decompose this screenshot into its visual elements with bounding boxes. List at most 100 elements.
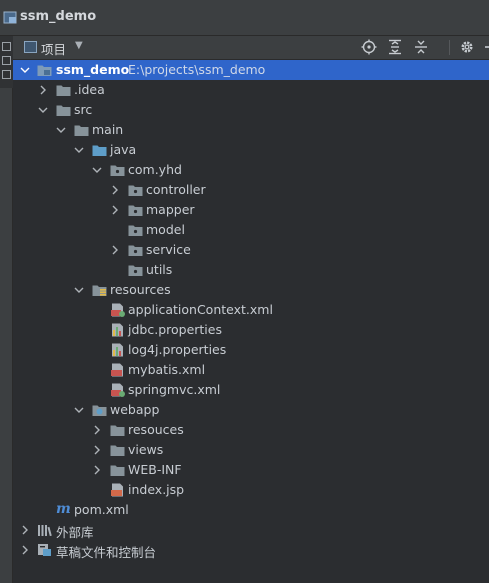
tree-row-webinf[interactable]: WEB-INF (13, 460, 489, 480)
project-folder-icon (3, 11, 17, 24)
package-icon (128, 265, 143, 276)
tree-label: main (92, 122, 124, 137)
properties-file-icon (112, 343, 123, 357)
tree-row-index[interactable]: index.jsp (13, 480, 489, 500)
tree-label: log4j.properties (128, 342, 227, 357)
project-tab-icon (2, 42, 11, 51)
tree-row-webapp[interactable]: webapp (13, 400, 489, 420)
chevron-right-icon[interactable] (20, 544, 30, 556)
chevron-down-icon[interactable] (38, 104, 48, 116)
spring-xml-file-icon (111, 383, 125, 397)
chevron-right-icon[interactable] (38, 84, 48, 96)
module-folder-icon (37, 65, 52, 76)
tree-label: mapper (146, 202, 195, 217)
tree-label: com.yhd (128, 162, 182, 177)
settings-icon[interactable] (459, 39, 475, 55)
tree-row-controller[interactable]: controller (13, 180, 489, 200)
collapse-all-icon[interactable] (413, 39, 429, 55)
project-tree: ssm_demo E:\projects\ssm_demo .idea src … (13, 60, 489, 583)
tree-row-mybatis[interactable]: mybatis.xml (13, 360, 489, 380)
chevron-down-icon[interactable] (20, 64, 30, 76)
tree-row-log4j[interactable]: log4j.properties (13, 340, 489, 360)
maven-icon: m (56, 501, 71, 517)
tree-label: src (74, 102, 93, 117)
tree-row-idea[interactable]: .idea (13, 80, 489, 100)
chevron-right-icon[interactable] (110, 184, 120, 196)
chevron-down-icon[interactable] (74, 404, 84, 416)
package-icon (128, 185, 143, 196)
folder-icon (110, 445, 125, 456)
package-icon (128, 245, 143, 256)
tree-row-model[interactable]: model (13, 220, 489, 240)
project-tab-icon-3 (2, 70, 11, 79)
tree-row-service[interactable]: service (13, 240, 489, 260)
tree-row-resouces[interactable]: resouces (13, 420, 489, 440)
tree-row-mapper[interactable]: mapper (13, 200, 489, 220)
tree-label: jdbc.properties (128, 322, 222, 337)
left-tool-strip (0, 36, 13, 583)
project-tool-tab[interactable] (0, 36, 13, 88)
chevron-right-icon[interactable] (110, 204, 120, 216)
tree-label: controller (146, 182, 206, 197)
tree-row-java[interactable]: java (13, 140, 489, 160)
tree-row-springmvc[interactable]: springmvc.xml (13, 380, 489, 400)
folder-icon (110, 425, 125, 436)
header-separator (449, 40, 450, 55)
view-selector-dropdown-icon[interactable]: ▼ (75, 40, 83, 51)
tree-row-scratches[interactable]: 草稿文件和控制台 (13, 540, 489, 560)
chevron-down-icon[interactable] (92, 164, 102, 176)
chevron-right-icon[interactable] (110, 244, 120, 256)
project-panel-header: 项目 ▼ (13, 36, 489, 60)
package-icon (128, 225, 143, 236)
tree-label: service (146, 242, 191, 257)
chevron-right-icon[interactable] (92, 444, 102, 456)
tree-label: webapp (110, 402, 160, 417)
hide-icon[interactable] (482, 39, 489, 55)
tree-root-path: E:\projects\ssm_demo (128, 62, 266, 77)
chevron-down-icon[interactable] (56, 124, 66, 136)
chevron-right-icon[interactable] (92, 424, 102, 436)
jsp-file-icon (111, 483, 123, 497)
folder-icon (56, 85, 71, 96)
project-tab-icon-2 (2, 56, 11, 65)
chevron-down-icon[interactable] (74, 284, 84, 296)
chevron-right-icon[interactable] (92, 464, 102, 476)
folder-icon (56, 105, 71, 116)
web-folder-icon (92, 405, 107, 416)
tree-row-jdbc[interactable]: jdbc.properties (13, 320, 489, 340)
tree-row-package[interactable]: com.yhd (13, 160, 489, 180)
tree-label: java (110, 142, 137, 157)
tree-row-utils[interactable]: utils (13, 260, 489, 280)
tree-row-main[interactable]: main (13, 120, 489, 140)
tree-label: resources (110, 282, 171, 297)
tree-row-external-libraries[interactable]: 外部库 (13, 520, 489, 540)
scratches-icon (38, 544, 51, 556)
resource-folder-icon (92, 285, 107, 296)
tree-label: pom.xml (74, 502, 129, 517)
tree-label: springmvc.xml (128, 382, 221, 397)
project-view-label[interactable]: 项目 (41, 39, 66, 58)
tree-label: applicationContext.xml (128, 302, 273, 317)
folder-icon (74, 125, 89, 136)
tree-label: 草稿文件和控制台 (56, 545, 157, 560)
spring-xml-file-icon (111, 303, 125, 317)
chevron-down-icon[interactable] (74, 144, 84, 156)
library-icon (38, 525, 52, 537)
package-icon (110, 165, 125, 176)
source-folder-icon (92, 145, 107, 156)
locate-icon[interactable] (361, 39, 377, 55)
tree-row-pom[interactable]: m pom.xml (13, 500, 489, 520)
chevron-right-icon[interactable] (20, 524, 30, 536)
tree-row-views[interactable]: views (13, 440, 489, 460)
tree-row-root[interactable]: ssm_demo E:\projects\ssm_demo (13, 60, 489, 80)
expand-all-icon[interactable] (387, 39, 403, 55)
window-title-bar: ssm_demo (0, 0, 489, 36)
tree-label: resouces (128, 422, 184, 437)
tree-root-label: ssm_demo (56, 62, 130, 77)
tree-row-src[interactable]: src (13, 100, 489, 120)
tree-row-appctx[interactable]: applicationContext.xml (13, 300, 489, 320)
project-view-icon (24, 41, 37, 53)
tree-label: views (128, 442, 164, 457)
tree-label: index.jsp (128, 482, 185, 497)
tree-row-resources[interactable]: resources (13, 280, 489, 300)
